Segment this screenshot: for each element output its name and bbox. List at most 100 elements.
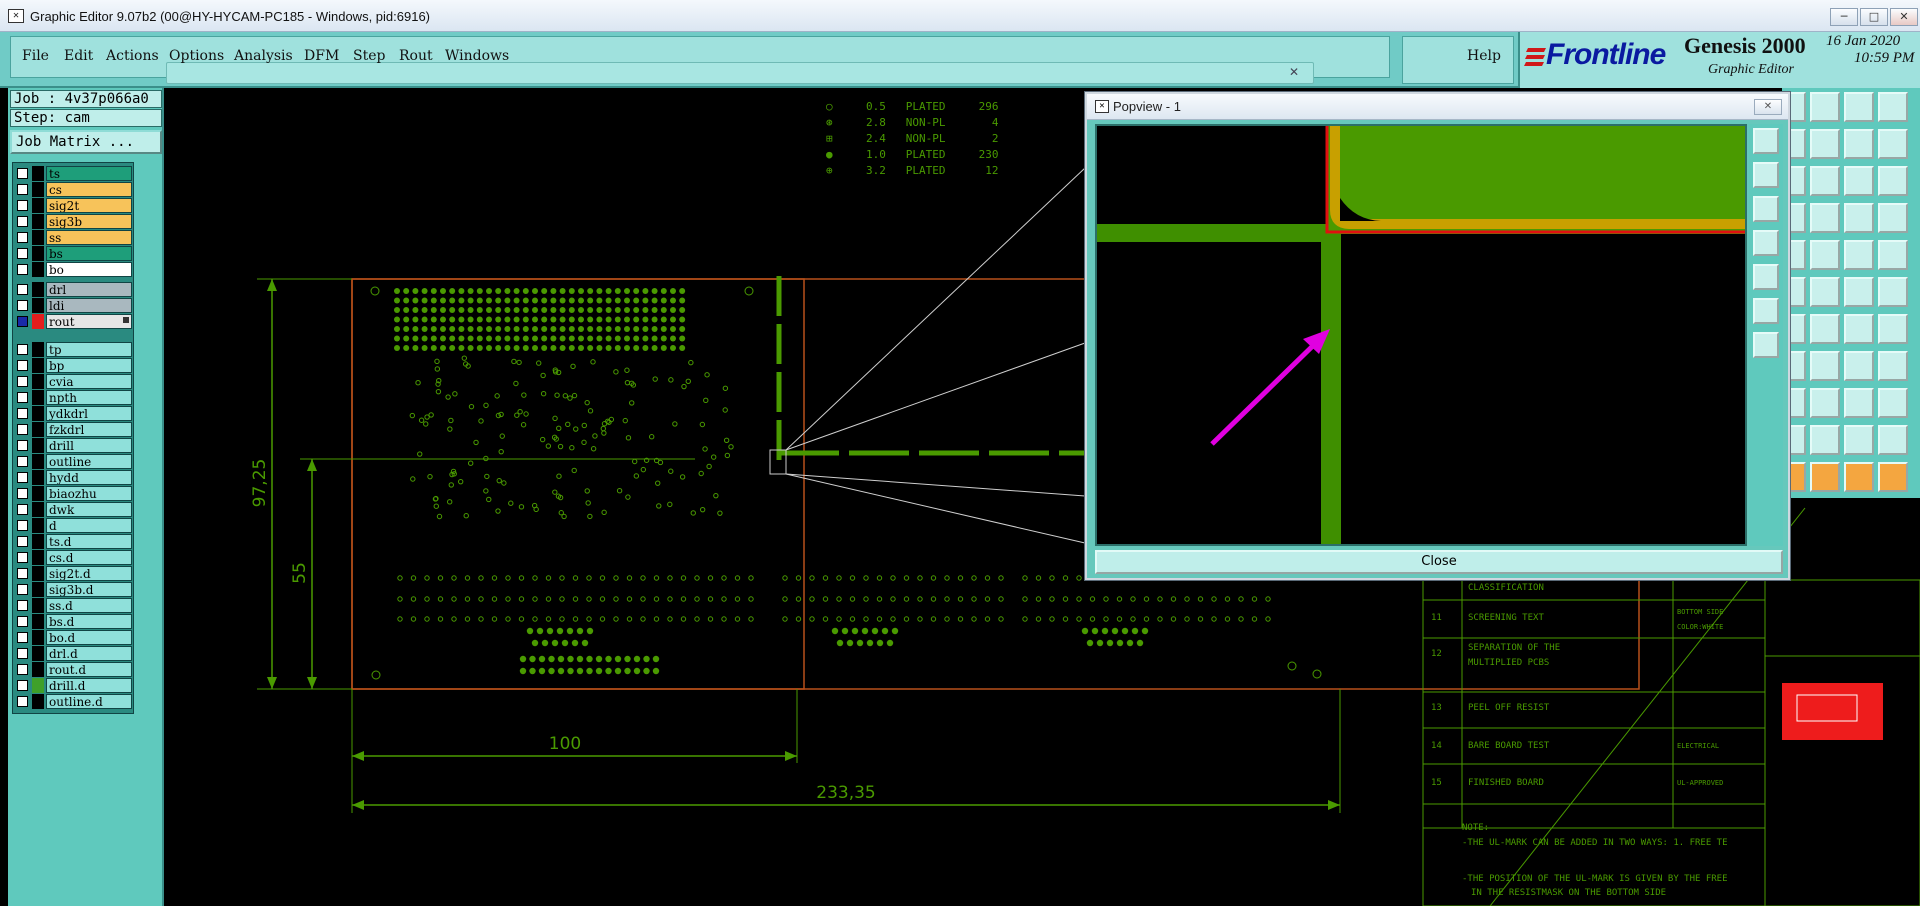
menu-file[interactable]: File [22,48,49,64]
layer-color-swatch[interactable] [32,166,44,181]
layer-checkbox[interactable] [17,632,28,643]
menu-edit[interactable]: Edit [64,48,93,64]
layer-color-swatch[interactable] [32,282,44,297]
layer-checkbox[interactable] [17,584,28,595]
layer-checkbox[interactable] [17,664,28,675]
layer-row-sig2t-d[interactable]: sig2t.d [14,566,132,581]
layer-checkbox[interactable] [17,552,28,563]
layer-name[interactable]: npth [46,390,132,405]
layer-row-ldi[interactable]: ldi [14,298,132,313]
layer-row-biaozhu[interactable]: biaozhu [14,486,132,501]
tool-text-icon[interactable] [1878,277,1908,307]
layer-color-swatch[interactable] [32,598,44,613]
layer-row-outline[interactable]: outline [14,454,132,469]
layer-row-bo-d[interactable]: bo.d [14,630,132,645]
layer-name[interactable]: bp [46,358,132,373]
layer-checkbox[interactable] [17,316,28,327]
layer-checkbox[interactable] [17,344,28,355]
layer-name[interactable]: ydkdrl [46,406,132,421]
tool-print-icon[interactable] [1810,92,1840,122]
layer-name[interactable]: sig2t [46,198,132,213]
layer-checkbox[interactable] [17,200,28,211]
layer-row-tp[interactable]: tp [14,342,132,357]
tool-help-icon[interactable] [1810,462,1840,492]
tool-rect-icon[interactable] [1844,462,1874,492]
layer-color-swatch[interactable] [32,614,44,629]
layer-name[interactable]: drill.d [46,678,132,693]
tool-move-icon[interactable] [1878,425,1908,455]
layer-row-dwk[interactable]: dwk [14,502,132,517]
layer-name[interactable]: drl.d [46,646,132,661]
layer-name[interactable]: cs [46,182,132,197]
menu-actions[interactable]: Actions [106,48,159,64]
layer-color-swatch[interactable] [32,454,44,469]
layer-color-swatch[interactable] [32,534,44,549]
layer-row-ts[interactable]: ts [14,166,132,181]
menu-rout[interactable]: Rout [399,48,433,64]
layer-checkbox[interactable] [17,232,28,243]
layer-checkbox[interactable] [17,168,28,179]
layer-color-swatch[interactable] [32,390,44,405]
tool-measure-icon[interactable] [1844,425,1874,455]
layer-name[interactable]: sig2t.d [46,566,132,581]
layer-color-swatch[interactable] [32,182,44,197]
layer-checkbox[interactable] [17,680,28,691]
tool-edit-icon[interactable] [1878,240,1908,270]
layer-row-outline-d[interactable]: outline.d [14,694,132,709]
tool-select-icon[interactable] [1844,388,1874,418]
layer-checkbox[interactable] [17,696,28,707]
tool-copy-icon[interactable] [1810,425,1840,455]
layer-name[interactable]: sig3b.d [46,582,132,597]
menu-analysis[interactable]: Analysis [234,48,293,64]
layer-color-swatch[interactable] [32,438,44,453]
popview-close-button[interactable]: Close [1095,550,1783,574]
layer-checkbox[interactable] [17,440,28,451]
layer-checkbox[interactable] [17,472,28,483]
maximize-button[interactable]: □ [1860,8,1888,26]
layer-name[interactable]: bo [46,262,132,277]
layer-name[interactable]: d [46,518,132,533]
tool-select-icon[interactable] [1844,92,1874,122]
layer-color-swatch[interactable] [32,198,44,213]
menu-windows[interactable]: Windows [445,48,509,64]
layer-checkbox[interactable] [17,568,28,579]
layer-color-swatch[interactable] [32,342,44,357]
layer-checkbox[interactable] [17,456,28,467]
tool-rotate-icon[interactable] [1878,92,1908,122]
layer-color-swatch[interactable] [32,566,44,581]
layer-name[interactable]: tp [46,342,132,357]
tool-line2-icon[interactable] [1810,277,1840,307]
layer-color-swatch[interactable] [32,230,44,245]
layer-color-swatch[interactable] [32,406,44,421]
layer-row-sig3b[interactable]: sig3b [14,214,132,229]
popview-fit-icon[interactable] [1753,264,1779,290]
layer-color-swatch[interactable] [32,662,44,677]
layer-color-swatch[interactable] [32,518,44,533]
popview-canvas[interactable] [1095,124,1747,546]
layer-name[interactable]: rout [46,314,132,329]
layer-row-drl[interactable]: drl [14,282,132,297]
layer-color-swatch[interactable] [32,314,44,329]
layer-checkbox[interactable] [17,424,28,435]
layer-row-hydd[interactable]: hydd [14,470,132,485]
layer-color-swatch[interactable] [32,582,44,597]
tool-snap-icon[interactable] [1878,462,1908,492]
layer-row-rout-d[interactable]: rout.d [14,662,132,677]
tool-cursor2-icon[interactable] [1810,351,1840,381]
layer-checkbox[interactable] [17,216,28,227]
layer-color-swatch[interactable] [32,678,44,693]
tool-print-icon[interactable] [1810,388,1840,418]
layer-name[interactable]: outline [46,454,132,469]
popview-center-icon[interactable] [1753,298,1779,324]
popview-zoom-in-icon[interactable] [1753,128,1779,154]
layer-name[interactable]: drl [46,282,132,297]
tool-arrow-icon[interactable] [1810,314,1840,344]
layer-name[interactable]: hydd [46,470,132,485]
layer-row-ss[interactable]: ss [14,230,132,245]
close-window-button[interactable]: ✕ [1890,8,1918,26]
tool-help-icon[interactable] [1810,166,1840,196]
popview-home-icon[interactable] [1753,196,1779,222]
layer-row-ydkdrl[interactable]: ydkdrl [14,406,132,421]
layer-name[interactable]: sig3b [46,214,132,229]
layer-color-swatch[interactable] [32,470,44,485]
